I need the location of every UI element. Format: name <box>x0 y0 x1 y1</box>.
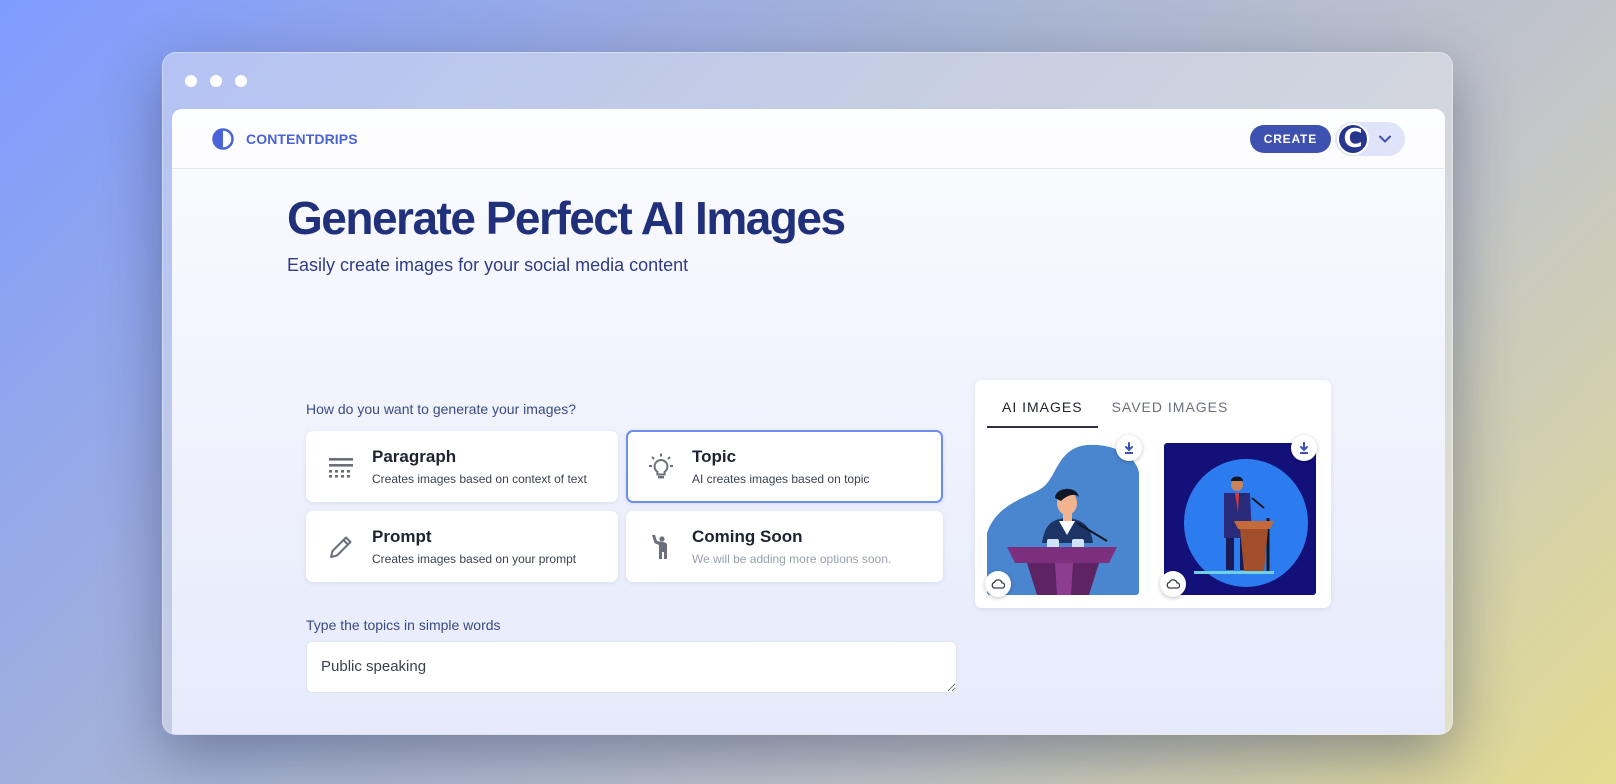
top-navbar: CONTENTDRIPS CREATE C <box>172 109 1445 169</box>
save-to-cloud-button-2[interactable] <box>1160 571 1186 597</box>
option-prompt[interactable]: Prompt Creates images based on your prom… <box>306 511 618 582</box>
download-icon <box>1125 442 1133 454</box>
speaker-illustration-2 <box>1164 443 1316 595</box>
logo-half-circle-icon <box>212 127 234 150</box>
topics-label: Type the topics in simple words <box>306 617 501 633</box>
avatar: C <box>1337 122 1369 155</box>
hero: Generate Perfect AI Images Easily create… <box>287 191 846 276</box>
user-menu[interactable]: C <box>1335 121 1405 156</box>
download-button-1[interactable] <box>1116 435 1142 461</box>
window-controls <box>185 75 247 87</box>
pencil-icon <box>330 536 352 558</box>
images-panel: AI IMAGES SAVED IMAGES <box>975 380 1331 608</box>
page-title: Generate Perfect AI Images <box>287 192 846 244</box>
generated-image-2[interactable] <box>1164 443 1316 595</box>
tab-saved-images[interactable]: SAVED IMAGES <box>1098 380 1243 428</box>
logo-text: CONTENTDRIPS <box>246 130 358 147</box>
option-topic[interactable]: Topic AI creates images based on topic <box>626 430 943 503</box>
create-button[interactable]: CREATE <box>1249 124 1331 153</box>
images-tabs: AI IMAGES SAVED IMAGES <box>975 380 1331 428</box>
download-button-2[interactable] <box>1291 435 1317 461</box>
option-description: Creates images based on your prompt <box>372 552 577 566</box>
option-title: Prompt <box>372 527 432 546</box>
cloud-icon <box>991 579 1005 589</box>
logo[interactable]: CONTENTDRIPS <box>212 127 358 150</box>
speaker-illustration-1 <box>987 443 1139 595</box>
app-viewport: CONTENTDRIPS CREATE C Generate Perfect A… <box>172 109 1445 734</box>
paragraph-icon <box>329 457 353 478</box>
chevron-down-icon <box>1379 135 1391 143</box>
download-icon <box>1300 442 1308 454</box>
option-title: Coming Soon <box>692 527 803 546</box>
browser-window: CONTENTDRIPS CREATE C Generate Perfect A… <box>162 52 1453 735</box>
save-to-cloud-button-1[interactable] <box>985 571 1011 597</box>
option-description: Creates images based on context of text <box>372 472 587 486</box>
option-description: AI creates images based on topic <box>692 472 870 486</box>
option-description: We will be adding more options soon. <box>692 552 892 566</box>
option-title: Paragraph <box>372 447 457 466</box>
option-coming-soon: Coming Soon We will be adding more optio… <box>626 511 943 582</box>
window-dot-maximize[interactable] <box>235 75 247 87</box>
topics-input[interactable] <box>306 641 957 693</box>
lightbulb-icon <box>649 453 673 478</box>
generated-image-1[interactable] <box>987 443 1139 595</box>
cloud-icon <box>1166 579 1180 589</box>
window-dot-minimize[interactable] <box>210 75 222 87</box>
page-subtitle: Easily create images for your social med… <box>287 255 689 275</box>
option-title: Topic <box>692 447 737 466</box>
generation-method-label: How do you want to generate your images? <box>306 401 577 417</box>
tab-ai-images[interactable]: AI IMAGES <box>987 380 1098 428</box>
person-raised-hand-icon <box>652 534 667 559</box>
window-dot-close[interactable] <box>185 75 197 87</box>
option-paragraph[interactable]: Paragraph Creates images based on contex… <box>306 431 618 502</box>
